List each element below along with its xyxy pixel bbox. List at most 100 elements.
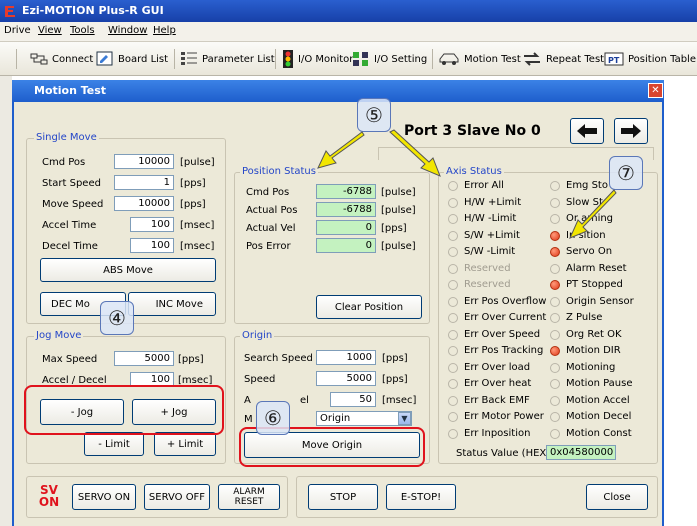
axis-status-right-label: Origin Sensor	[566, 295, 634, 307]
status-pos-error-value: 0	[316, 238, 376, 253]
origin-speed-label: Speed	[244, 374, 276, 385]
limit-plus-button[interactable]: + Limit	[154, 432, 216, 456]
car-icon	[439, 53, 459, 65]
axis-status-right-label: Motion DIR	[566, 345, 621, 356]
axis-status-left-label: Err Pos Tracking	[464, 345, 544, 356]
status-value-hex: 0x04580000	[546, 445, 616, 460]
status-pos-error-unit: [pulse]	[381, 241, 416, 252]
menu-help[interactable]: Help	[153, 25, 176, 36]
io-monitor-button[interactable]: I/O Monitor	[282, 50, 353, 68]
alarm-reset-line2: RESET	[234, 497, 264, 507]
motion-test-button[interactable]: Motion Test	[438, 50, 521, 68]
axis-status-right-label: In sition	[566, 229, 606, 241]
repeat-test-button[interactable]: Repeat Test	[522, 50, 604, 68]
axis-status-right-label: PT Stopped	[566, 279, 623, 290]
next-button[interactable]	[614, 118, 648, 144]
servo-on-button[interactable]: SERVO ON	[72, 484, 136, 510]
close-button[interactable]: Close	[586, 484, 648, 510]
abs-move-button[interactable]: ABS Move	[40, 258, 216, 282]
repeat-icon	[524, 52, 540, 66]
axis-status-right-label: Motion Const	[566, 427, 632, 439]
status-actual-vel-unit: [pps]	[381, 223, 407, 234]
connect-label: Connect	[52, 53, 94, 65]
axis-status-left-label: Err Over Speed	[464, 328, 541, 340]
axis-status-left-led-icon	[448, 379, 458, 389]
io-setting-button[interactable]: I/O Setting	[352, 50, 427, 68]
dialog-title: Motion Test	[34, 84, 107, 97]
chevron-down-icon[interactable]: ▼	[398, 412, 411, 425]
clear-position-button[interactable]: Clear Position	[316, 295, 422, 319]
callout-4: ④	[100, 301, 134, 335]
callout-5: ⑤	[357, 98, 391, 132]
position-table-button[interactable]: PT Position Table	[604, 50, 696, 68]
axis-status-left-led-icon	[448, 296, 458, 307]
axis-status-right-led-icon	[550, 428, 560, 439]
menu-tools[interactable]: Tools	[70, 25, 95, 36]
axis-status-right-label: Alarm Reset	[566, 262, 627, 274]
position-table-icon: PT	[604, 52, 624, 66]
max-speed-input[interactable]: 5000	[114, 351, 174, 366]
axis-status-right-led-icon	[550, 412, 560, 422]
servo-on-indicator-icon: SV ON	[36, 484, 62, 510]
axis-status-left-label: Err Inposition	[464, 427, 531, 439]
axis-status-right-led-icon	[550, 263, 560, 274]
search-speed-input[interactable]: 1000	[316, 350, 376, 365]
connect-button[interactable]: Connect	[30, 50, 93, 68]
axis-status-left-led-icon	[448, 197, 458, 208]
origin-mode-label-partial: M	[244, 414, 253, 425]
axis-status-left-label: Error All	[464, 180, 504, 191]
axis-status-left-led-icon	[448, 181, 458, 191]
origin-accel-input[interactable]: 50	[330, 392, 376, 407]
axis-status-left-led-icon	[448, 313, 458, 323]
inc-move-button[interactable]: INC Move	[128, 292, 216, 316]
board-list-button[interactable]: Board List	[96, 50, 168, 68]
menu-view[interactable]: View	[38, 25, 62, 36]
toolbar-grip	[16, 49, 17, 69]
axis-status-left-label: H/W -Limit	[464, 213, 517, 224]
search-speed-unit: [pps]	[382, 353, 408, 364]
on-text: ON	[38, 495, 60, 509]
origin-accel-label-tail: el	[300, 395, 309, 406]
app-title: Ezi-MOTION Plus-R GUI	[22, 4, 164, 17]
move-speed-input[interactable]: 10000	[114, 196, 174, 211]
accel-time-input[interactable]: 100	[130, 217, 174, 232]
alarm-reset-button[interactable]: ALARM RESET	[218, 484, 280, 510]
app-logo-icon	[5, 6, 15, 17]
axis-status-right-led-icon	[550, 379, 560, 389]
toolbar: Connect Board List Parameter List I/O Mo…	[0, 42, 697, 76]
arrow-right-icon	[621, 124, 641, 138]
cmd-pos-unit: [pulse]	[180, 157, 215, 168]
cmd-pos-input[interactable]: 10000	[114, 154, 174, 169]
axis-status-left-led-icon	[448, 428, 458, 439]
status-actual-pos-value: -6788	[316, 202, 376, 217]
stop-button[interactable]: STOP	[308, 484, 378, 510]
status-value-label: Status Value (HEX)	[456, 448, 551, 459]
status-cmd-pos-value: -6788	[316, 184, 376, 199]
servo-off-button[interactable]: SERVO OFF	[144, 484, 210, 510]
menu-drive[interactable]: Drive	[4, 25, 31, 36]
start-speed-input[interactable]: 1	[114, 175, 174, 190]
alarm-reset-line1: ALARM	[233, 487, 265, 497]
close-icon[interactable]: ✕	[648, 83, 663, 98]
estop-button[interactable]: E-STOP!	[386, 484, 456, 510]
axis-status-left-led-icon	[448, 214, 458, 224]
origin-speed-input[interactable]: 5000	[316, 371, 376, 386]
axis-status-left-led-icon	[448, 329, 458, 340]
axis-status-left-label: Err Over load	[464, 361, 531, 373]
highlight-jog-buttons	[24, 385, 224, 435]
arrow-left-icon	[577, 124, 597, 138]
status-actual-pos-unit: [pulse]	[381, 205, 416, 216]
limit-minus-button[interactable]: - Limit	[84, 432, 144, 456]
parameter-list-button[interactable]: Parameter List	[180, 50, 275, 68]
side-strip	[0, 76, 12, 526]
dialog-title-bar: Motion Test	[12, 80, 664, 102]
axis-status-left-label: S/W -Limit	[464, 246, 516, 257]
prev-button[interactable]	[570, 118, 604, 144]
axis-status-left-led-icon	[448, 230, 458, 241]
board-list-icon	[96, 51, 113, 66]
max-speed-unit: [pps]	[178, 354, 204, 365]
callout-7: ⑦	[609, 156, 643, 190]
axis-status-left-label: Err Over heat	[464, 378, 532, 389]
decel-time-input[interactable]: 100	[130, 238, 174, 253]
menu-window[interactable]: Window	[108, 25, 147, 36]
